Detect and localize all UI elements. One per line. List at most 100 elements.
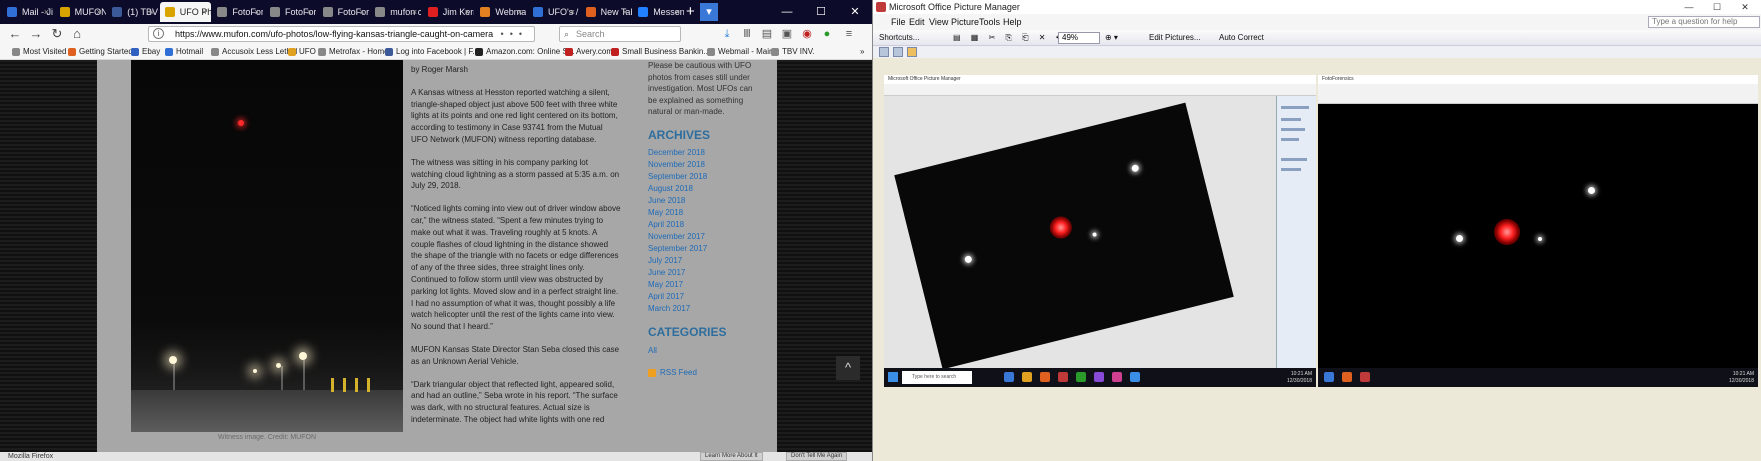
archive-link[interactable]: May 2018 [648,207,758,219]
tab-0[interactable]: Mail - Jim× [2,2,53,22]
sidebar-icon[interactable]: ▤ [760,27,774,41]
tab-close-icon[interactable]: × [202,2,207,22]
nested-screenshot-fotoforensics[interactable]: FotoForensics 10:21 AM 12/30/2018 [1318,75,1758,387]
tab-1[interactable]: MUFON - × [55,2,106,22]
learn-more-button[interactable]: Learn More About It [700,452,763,461]
addon-icon[interactable]: ◉ [800,27,814,41]
bookmark-8[interactable]: Amazon.com: Online S... [475,44,574,60]
tab-8[interactable]: Jim Kerr × [423,2,474,22]
tab-close-icon[interactable]: × [149,2,154,22]
zoom-select[interactable]: 49% [1058,32,1100,44]
maximize-button[interactable]: ☐ [1703,0,1731,14]
archive-link[interactable]: April 2018 [648,219,758,231]
tab-close-icon[interactable]: × [44,2,49,22]
page-actions-icon[interactable]: ••• [501,27,528,41]
archive-link[interactable]: April 2017 [648,291,758,303]
tab-6[interactable]: FotoForens× [318,2,369,22]
bookmark-3[interactable]: Hotmail [165,44,203,60]
help-search-input[interactable]: Type a question for help [1648,16,1760,28]
thumbnail-view-icon[interactable] [879,47,889,57]
rss-link[interactable]: RSS Feed [648,367,758,379]
screenshot-icon[interactable]: ▣ [780,27,794,41]
bookmark-6[interactable]: Metrofax - Home [318,44,389,60]
scroll-to-top-button[interactable]: ^ [836,356,860,380]
tab-11[interactable]: New Tab× [581,2,632,22]
maximize-button[interactable]: ☐ [804,0,838,24]
archive-link[interactable]: June 2017 [648,267,758,279]
forward-arrow-icon[interactable]: → [27,25,45,43]
archive-link[interactable]: June 2018 [648,195,758,207]
download-icon[interactable]: ⤓ [720,27,734,41]
tab-7[interactable]: mufon case× [370,2,421,22]
bookmark-0[interactable]: Most Visited [12,44,66,60]
archive-link[interactable]: July 2017 [648,255,758,267]
tab-close-icon[interactable]: × [622,2,627,22]
category-link[interactable]: All [648,345,758,357]
menu-tools[interactable]: Tools [979,14,1000,30]
tab-close-icon[interactable]: × [675,2,680,22]
close-button[interactable]: ✕ [838,0,872,24]
extension-icon[interactable]: ▾ [700,3,718,21]
url-bar[interactable]: i https://www.mufon.com/ufo-photos/low-f… [148,26,535,42]
menu-icon[interactable]: ≡ [842,27,856,41]
bookmark-7[interactable]: Log into Facebook | F... [385,44,479,60]
tab-9[interactable]: Webmail× [475,2,526,22]
tab-4[interactable]: FotoForens× [212,2,263,22]
tab-close-icon[interactable]: × [465,2,470,22]
bookmark-9[interactable]: Avery.com [565,44,613,60]
tab-2[interactable]: (1) TBV Inv× [107,2,158,22]
bookmark-10[interactable]: Small Business Bankin... [611,44,710,60]
bookmark-1[interactable]: Getting Started [68,44,133,60]
tab-3[interactable]: UFO Ph × [159,2,211,22]
new-tab-button[interactable]: + [686,2,695,22]
tab-close-icon[interactable]: × [359,2,364,22]
search-input[interactable]: ⌕ Search [559,26,681,42]
menu-picture[interactable]: Picture [951,14,979,30]
single-view-icon[interactable] [907,47,917,57]
witness-photo[interactable] [131,60,403,432]
auto-correct-button[interactable]: Auto Correct [1219,30,1264,46]
tab-close-icon[interactable]: × [570,2,575,22]
menu-help[interactable]: Help [1003,14,1022,30]
close-button[interactable]: ✕ [1731,0,1759,14]
tab-close-icon[interactable]: × [517,2,522,22]
tab-close-icon[interactable]: × [254,2,259,22]
menu-file[interactable]: File [891,14,906,30]
archive-link[interactable]: May 2017 [648,279,758,291]
tab-5[interactable]: FotoForens× [265,2,316,22]
tab-12[interactable]: Messenger× [633,2,684,22]
tab-10[interactable]: UFO's / Aus× [528,2,579,22]
minimize-button[interactable]: — [770,0,804,24]
nested-screenshot-picture-manager[interactable]: Microsoft Office Picture Manager Type he… [884,75,1316,387]
archive-link[interactable]: August 2018 [648,183,758,195]
archive-link[interactable]: March 2017 [648,303,758,315]
archive-link[interactable]: September 2018 [648,171,758,183]
bookmark-5[interactable]: UFO [288,44,316,60]
bookmark-2[interactable]: Ebay [131,44,160,60]
bookmark-12[interactable]: TBV INV. [771,44,815,60]
info-icon[interactable]: i [153,28,164,39]
filmstrip-view-icon[interactable] [893,47,903,57]
menu-view[interactable]: View [929,14,948,30]
archive-link[interactable]: December 2018 [648,147,758,159]
tab-close-icon[interactable]: × [96,2,101,22]
bookmark-4[interactable]: Accusoix Less Lethal [211,44,297,60]
bookmark-11[interactable]: Webmail - Main [707,44,773,60]
back-arrow-icon[interactable]: ← [6,25,24,43]
library-icon[interactable]: Ⅲ [740,27,754,41]
edit-pictures-button[interactable]: Edit Pictures... [1149,30,1201,46]
menu-edit[interactable]: Edit [909,14,925,30]
home-icon[interactable]: ⌂ [68,25,86,43]
reload-icon[interactable]: ↻ [48,25,66,43]
zoom-icon[interactable]: ⊕ ▾ [1105,30,1118,46]
archive-link[interactable]: September 2017 [648,243,758,255]
archive-link[interactable]: November 2017 [648,231,758,243]
tab-close-icon[interactable]: × [307,2,312,22]
archive-link[interactable]: November 2018 [648,159,758,171]
dont-tell-me-button[interactable]: Don't Tell Me Again [786,452,848,461]
bookmarks-overflow-icon[interactable]: » [860,44,864,60]
minimize-button[interactable]: — [1675,0,1703,14]
tab-close-icon[interactable]: × [412,2,417,22]
shortcuts-button[interactable]: Shortcuts... [879,30,919,46]
addon-green-icon[interactable]: ● [820,27,834,41]
